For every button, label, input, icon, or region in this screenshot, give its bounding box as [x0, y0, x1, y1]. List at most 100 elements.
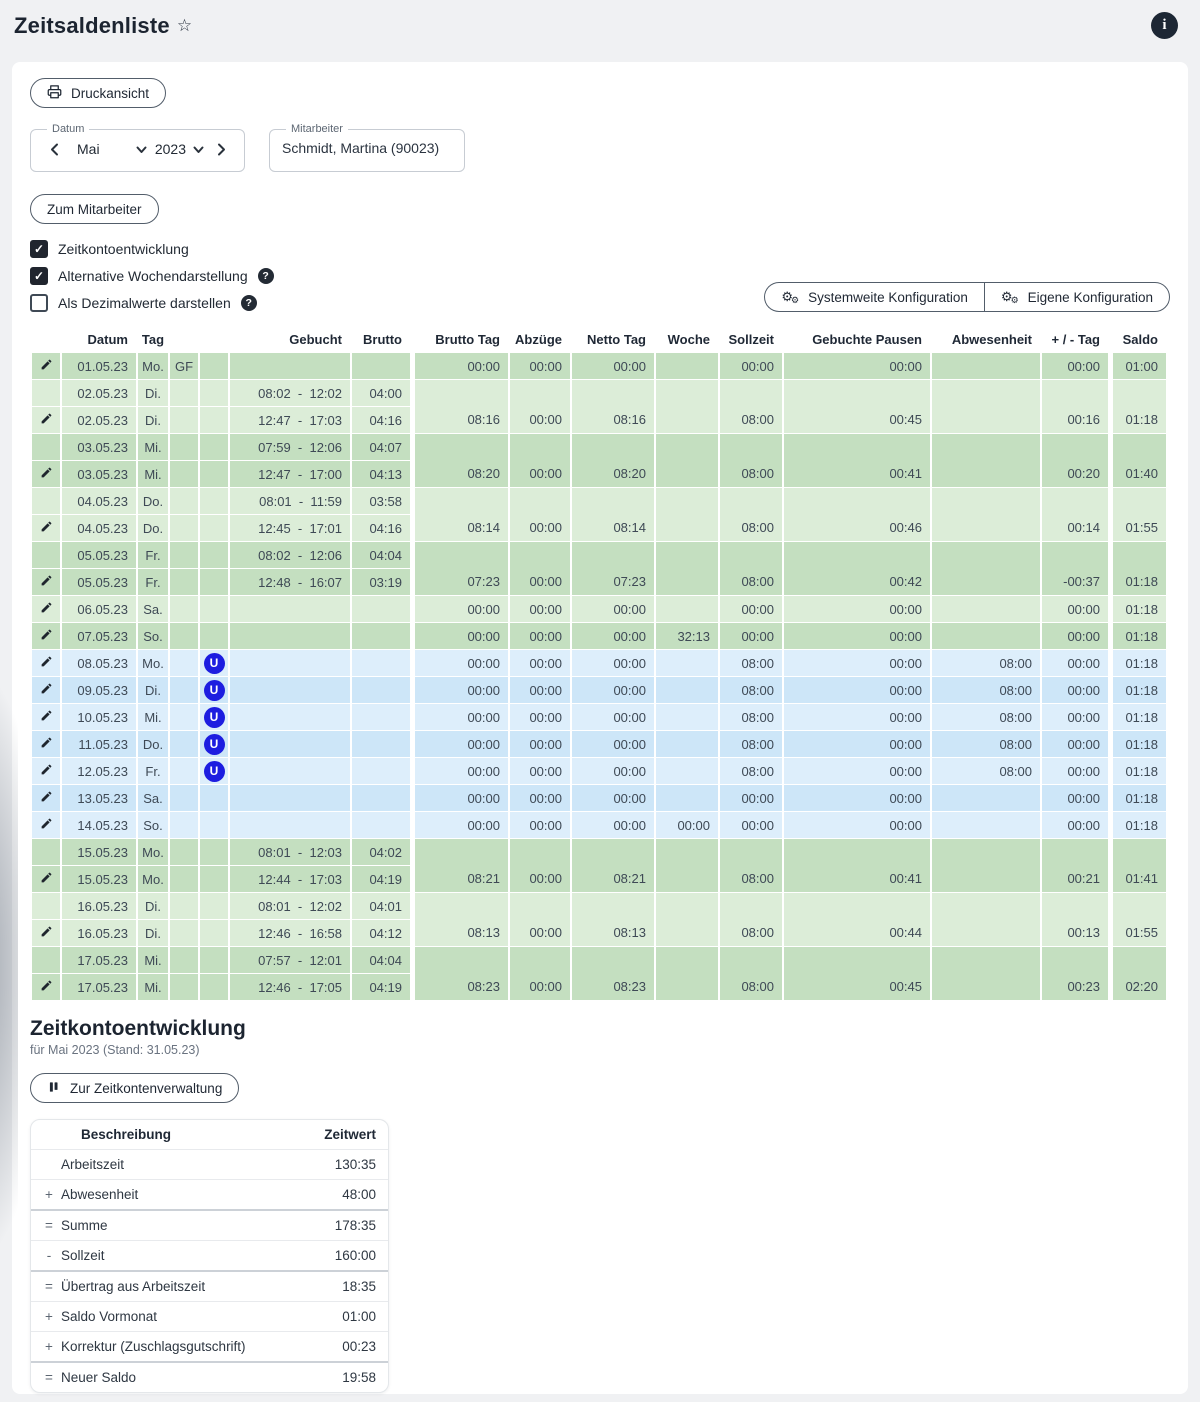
brutto-cell — [352, 353, 410, 379]
edit-day-button[interactable] — [32, 353, 60, 379]
description-cell: Übertrag aus Arbeitszeit — [61, 1271, 304, 1302]
pencil-edit-icon — [40, 818, 53, 833]
edit-cell — [32, 839, 60, 865]
edit-day-button[interactable] — [32, 407, 60, 433]
system-configuration-label: Systemweite Konfiguration — [808, 290, 968, 305]
date-cell: 01.05.23 — [62, 353, 136, 379]
plus-minus-tag-cell: 00:21 — [1042, 839, 1108, 892]
pencil-edit-icon — [40, 359, 53, 374]
employee-field[interactable]: Mitarbeiter Schmidt, Martina (90023) — [269, 123, 465, 172]
edit-day-button[interactable] — [32, 866, 60, 892]
edit-day-button[interactable] — [32, 623, 60, 649]
weekday-cell: Mi. — [138, 461, 168, 487]
edit-day-button[interactable] — [32, 785, 60, 811]
edit-day-button[interactable] — [32, 812, 60, 838]
holiday-badge-cell — [170, 974, 198, 1000]
zeitsaldenliste-page: Zeitsaldenliste☆ i Druckansicht Datum Ma… — [0, 0, 1200, 1402]
option-zeitkontoentwicklung[interactable]: ✓ Zeitkontoentwicklung — [30, 240, 274, 258]
option-label: Alternative Wochendarstellung — [58, 268, 248, 284]
sollzeit-cell: 00:00 — [720, 623, 782, 649]
brutto-cell: 04:19 — [352, 866, 410, 892]
pencil-edit-icon — [40, 872, 53, 887]
absence-badge-cell — [200, 596, 228, 622]
pencil-edit-icon — [40, 791, 53, 806]
help-icon[interactable]: ? — [241, 295, 257, 311]
help-icon[interactable]: ? — [258, 268, 274, 284]
brutto-cell: 04:02 — [352, 839, 410, 865]
holiday-badge-cell — [170, 623, 198, 649]
plus-minus-tag-cell: 00:20 — [1042, 434, 1108, 487]
previous-month-button[interactable] — [43, 138, 65, 160]
weekday-cell: Mo. — [138, 353, 168, 379]
year-select[interactable]: 2023 — [153, 141, 206, 157]
date-cell: 11.05.23 — [62, 731, 136, 757]
abwesenheit-cell — [932, 596, 1040, 622]
pencil-edit-icon — [40, 764, 53, 779]
info-button[interactable]: i — [1151, 12, 1178, 39]
date-cell: 02.05.23 — [62, 380, 136, 406]
brutto-tag-cell: 08:21 — [412, 839, 508, 892]
holiday-badge-cell — [170, 812, 198, 838]
sollzeit-cell: 00:00 — [720, 785, 782, 811]
table-row: 01.05.23Mo.GF00:0000:0000:0000:0000:0000… — [32, 353, 1166, 379]
edit-day-button[interactable] — [32, 461, 60, 487]
sollzeit-cell: 00:00 — [720, 812, 782, 838]
own-configuration-label: Eigene Konfiguration — [1028, 290, 1153, 305]
option-als-dezimalwerte[interactable]: Als Dezimalwerte darstellen ? — [30, 294, 274, 312]
booked-interval-cell — [230, 758, 350, 784]
print-view-button[interactable]: Druckansicht — [30, 78, 166, 108]
woche-cell — [656, 893, 718, 946]
date-cell: 12.05.23 — [62, 758, 136, 784]
value-cell: 00:23 — [304, 1332, 388, 1363]
saldo-cell: 01:40 — [1110, 434, 1166, 487]
brutto-cell: 04:00 — [352, 380, 410, 406]
edit-cell — [32, 542, 60, 568]
edit-day-button[interactable] — [32, 515, 60, 541]
weekday-cell: Do. — [138, 488, 168, 514]
system-configuration-button[interactable]: ⚙⚙ Systemweite Konfiguration — [764, 282, 984, 312]
edit-day-button[interactable] — [32, 758, 60, 784]
time-account-management-button[interactable]: Zur Zeitkontenverwaltung — [30, 1073, 239, 1103]
edit-day-button[interactable] — [32, 974, 60, 1000]
plus-minus-tag-cell: 00:00 — [1042, 650, 1108, 676]
goto-employee-button[interactable]: Zum Mitarbeiter — [30, 194, 159, 224]
saldo-cell: 01:41 — [1110, 839, 1166, 892]
brutto-tag-cell: 08:13 — [412, 893, 508, 946]
own-configuration-button[interactable]: ⚙⚙ Eigene Konfiguration — [984, 282, 1170, 312]
holiday-badge-cell — [170, 731, 198, 757]
month-select[interactable]: Mai — [69, 141, 149, 157]
sollzeit-cell: 08:00 — [720, 758, 782, 784]
weekday-cell: Do. — [138, 515, 168, 541]
netto-tag-cell: 00:00 — [572, 731, 654, 757]
next-month-button[interactable] — [210, 138, 232, 160]
woche-cell — [656, 947, 718, 1000]
woche-cell — [656, 353, 718, 379]
plus-minus-tag-cell: 00:23 — [1042, 947, 1108, 1000]
edit-day-button[interactable] — [32, 569, 60, 595]
absence-badge-cell — [200, 893, 228, 919]
edit-day-button[interactable] — [32, 731, 60, 757]
abwesenheit-cell — [932, 434, 1040, 487]
favorite-star-icon[interactable]: ☆ — [177, 16, 192, 35]
plus-minus-tag-cell: 00:00 — [1042, 758, 1108, 784]
woche-cell — [656, 704, 718, 730]
woche-cell — [656, 785, 718, 811]
booked-interval-cell — [230, 650, 350, 676]
woche-cell: 00:00 — [656, 812, 718, 838]
edit-day-button[interactable] — [32, 650, 60, 676]
edit-day-button[interactable] — [32, 596, 60, 622]
abwesenheit-cell — [932, 785, 1040, 811]
edit-day-button[interactable] — [32, 704, 60, 730]
plus-minus-tag-cell: 00:00 — [1042, 731, 1108, 757]
edit-day-button[interactable] — [32, 920, 60, 946]
checkbox-checked-icon: ✓ — [30, 267, 48, 285]
option-alternative-wochendarstellung[interactable]: ✓ Alternative Wochendarstellung ? — [30, 267, 274, 285]
pencil-edit-icon — [40, 467, 53, 482]
sollzeit-cell: 08:00 — [720, 893, 782, 946]
edit-day-button[interactable] — [32, 677, 60, 703]
brutto-tag-cell: 00:00 — [412, 353, 508, 379]
netto-tag-cell: 07:23 — [572, 542, 654, 595]
absence-badge-cell — [200, 866, 228, 892]
info-icon: i — [1162, 17, 1166, 34]
saldo-cell: 01:18 — [1110, 785, 1166, 811]
